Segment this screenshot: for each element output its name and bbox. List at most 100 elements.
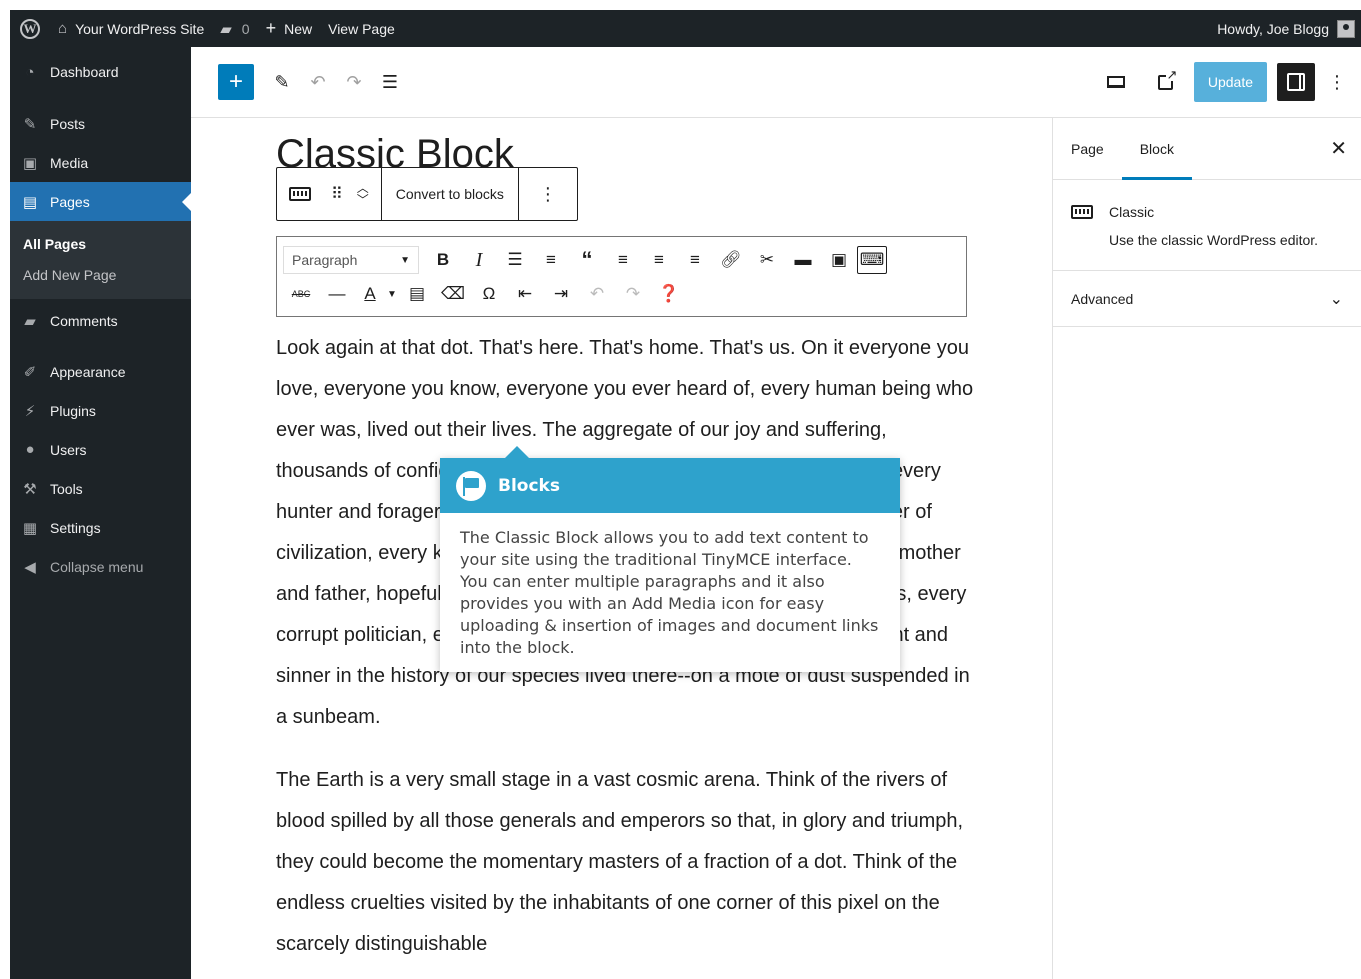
admin-sidebar: ◔ Dashboard ✎ Posts ▣ Media ▤ Pages All … xyxy=(10,47,191,979)
settings-icon: ▦ xyxy=(22,519,38,537)
collapse-arrow-icon: ◀ xyxy=(24,558,36,576)
toolbar-toggle-icon[interactable]: ⌨ xyxy=(857,246,887,274)
comment-icon: ▰ xyxy=(24,312,36,330)
wordpress-logo-icon[interactable]: W xyxy=(10,10,50,47)
block-switcher-group: ⠿ ︿ ﹀ xyxy=(277,168,382,220)
close-icon[interactable]: ✕ xyxy=(1330,136,1347,161)
sidebar-icon xyxy=(1287,73,1305,91)
settings-sidebar: Page Block ✕ Classic Use the classic Wor… xyxy=(1052,118,1361,979)
sidebar-item-label: Pages xyxy=(50,193,90,210)
redo-icon[interactable]: ↷ xyxy=(615,280,651,308)
block-toolbar: ⠿ ︿ ﹀ Convert to blocks ⋮ xyxy=(276,167,578,221)
text-color-dropdown-icon[interactable]: ▼ xyxy=(385,280,399,308)
editor-header: + ✎ ↶ ↷ ☰ Update ⋮ xyxy=(191,47,1361,118)
move-down-icon[interactable]: ﹀ xyxy=(357,194,369,206)
tab-block[interactable]: Block xyxy=(1122,118,1192,180)
submenu-all-pages[interactable]: All Pages xyxy=(10,229,191,260)
add-media-icon[interactable]: ▣ xyxy=(821,246,857,274)
bullet-list-icon[interactable]: ☰ xyxy=(497,246,533,274)
advanced-panel-toggle[interactable]: Advanced ⌄ xyxy=(1053,271,1361,327)
outdent-icon[interactable]: ⇤ xyxy=(507,280,543,308)
sidebar-item-settings[interactable]: ▦ Settings xyxy=(10,508,191,547)
special-character-icon[interactable]: Ω xyxy=(471,280,507,308)
tooltip-title: Blocks xyxy=(498,475,560,496)
read-more-icon[interactable]: ▬ xyxy=(785,246,821,274)
view-page-link[interactable]: View Page xyxy=(320,10,403,47)
sidebar-item-label: Tools xyxy=(50,480,83,497)
user-icon: ● xyxy=(25,441,35,458)
align-right-icon[interactable]: ≡ xyxy=(677,246,713,274)
link-icon[interactable]: 🔗︎ xyxy=(713,246,749,274)
block-mover[interactable]: ︿ ﹀ xyxy=(357,182,369,206)
help-icon[interactable]: ❓ xyxy=(651,280,687,308)
convert-to-blocks-button[interactable]: Convert to blocks xyxy=(382,168,519,220)
align-left-icon[interactable]: ≡ xyxy=(605,246,641,274)
options-menu-button[interactable]: ⋮ xyxy=(1319,64,1355,100)
tooltip-header: Blocks xyxy=(440,458,900,513)
document-overview-button[interactable]: ☰ xyxy=(372,64,408,100)
submenu-add-new-page[interactable]: Add New Page xyxy=(10,260,191,291)
tinymce-row-2: ABC — A ▼ ▤ ⌫ Ω ⇤ ⇥ ↶ ↷ ❓ xyxy=(283,277,960,311)
paste-as-text-icon[interactable]: ▤ xyxy=(399,280,435,308)
sidebar-item-dashboard[interactable]: ◔ Dashboard xyxy=(10,47,191,97)
sidebar-item-tools[interactable]: ⚒ Tools xyxy=(10,469,191,508)
tooltip-arrow xyxy=(504,446,530,459)
sidebar-item-label: Media xyxy=(50,154,89,171)
settings-tabs: Page Block ✕ xyxy=(1053,118,1361,180)
comment-count: 0 xyxy=(241,20,250,37)
undo-icon[interactable]: ↶ xyxy=(579,280,615,308)
indent-icon[interactable]: ⇥ xyxy=(543,280,579,308)
more-vertical-icon: ⋮ xyxy=(1328,71,1346,92)
collapse-menu-button[interactable]: ◀ Collapse menu xyxy=(10,547,191,586)
plug-icon: ⚡ xyxy=(24,402,36,420)
block-inserter-button[interactable]: + xyxy=(218,64,254,100)
strikethrough-icon[interactable]: ABC xyxy=(283,280,319,308)
preview-button[interactable] xyxy=(1098,64,1134,100)
new-content-link[interactable]: + New xyxy=(258,10,321,47)
tools-button[interactable]: ✎ xyxy=(264,64,300,100)
format-select[interactable]: Paragraph ▼ xyxy=(283,246,419,274)
undo-button[interactable]: ↶ xyxy=(300,64,336,100)
view-page-button[interactable] xyxy=(1148,64,1184,100)
update-button[interactable]: Update xyxy=(1193,62,1267,102)
sidebar-item-pages[interactable]: ▤ Pages xyxy=(10,182,191,221)
sidebar-item-media[interactable]: ▣ Media xyxy=(10,143,191,182)
settings-toggle-button[interactable] xyxy=(1277,63,1315,101)
horizontal-line-icon[interactable]: — xyxy=(319,280,355,308)
site-name-link[interactable]: ⌂ Your WordPress Site xyxy=(50,10,212,47)
drag-handle-icon[interactable]: ⠿ xyxy=(331,184,343,204)
page-icon: ▤ xyxy=(22,193,38,211)
text-color-icon[interactable]: A xyxy=(355,280,385,308)
advanced-label: Advanced xyxy=(1071,290,1134,307)
redo-icon: ↷ xyxy=(346,71,362,92)
tinymce-toolbar: Paragraph ▼ B I ☰ ≡ “ ≡ ≡ ≡ 🔗︎ ✂ ▬ ▣ ⌨ A… xyxy=(276,236,967,317)
unlink-icon[interactable]: ✂ xyxy=(749,246,785,274)
sidebar-item-appearance[interactable]: ✐ Appearance xyxy=(10,352,191,391)
block-options-button[interactable]: ⋮ xyxy=(519,168,577,220)
redo-button[interactable]: ↷ xyxy=(336,64,372,100)
media-icon: ▣ xyxy=(22,154,38,172)
dropdown-arrow-icon: ▼ xyxy=(400,254,410,266)
sidebar-item-label: Posts xyxy=(50,115,86,132)
sidebar-item-users[interactable]: ● Users xyxy=(10,430,191,469)
blockquote-icon[interactable]: “ xyxy=(569,246,605,274)
sidebar-item-comments[interactable]: ▰ Comments xyxy=(10,301,191,340)
bold-icon[interactable]: B xyxy=(425,246,461,274)
comments-link[interactable]: ▰ 0 xyxy=(212,10,257,47)
italic-icon[interactable]: I xyxy=(461,246,497,274)
numbered-list-icon[interactable]: ≡ xyxy=(533,246,569,274)
avatar xyxy=(1337,19,1355,38)
sidebar-item-label: Appearance xyxy=(50,363,126,380)
format-select-value: Paragraph xyxy=(292,252,358,268)
tab-page[interactable]: Page xyxy=(1053,118,1122,180)
align-center-icon[interactable]: ≡ xyxy=(641,246,677,274)
sidebar-item-posts[interactable]: ✎ Posts xyxy=(10,104,191,143)
more-vertical-icon: ⋮ xyxy=(538,183,557,204)
my-account-link[interactable]: Howdy, Joe Blogg xyxy=(1209,10,1361,47)
keyboard-icon[interactable] xyxy=(289,187,311,201)
new-label: New xyxy=(284,20,313,37)
sidebar-item-plugins[interactable]: ⚡ Plugins xyxy=(10,391,191,430)
blocks-tooltip: Blocks The Classic Block allows you to a… xyxy=(440,446,900,672)
content-paragraph: The Earth is a very small stage in a vas… xyxy=(276,769,964,955)
clear-formatting-icon[interactable]: ⌫ xyxy=(435,280,471,308)
